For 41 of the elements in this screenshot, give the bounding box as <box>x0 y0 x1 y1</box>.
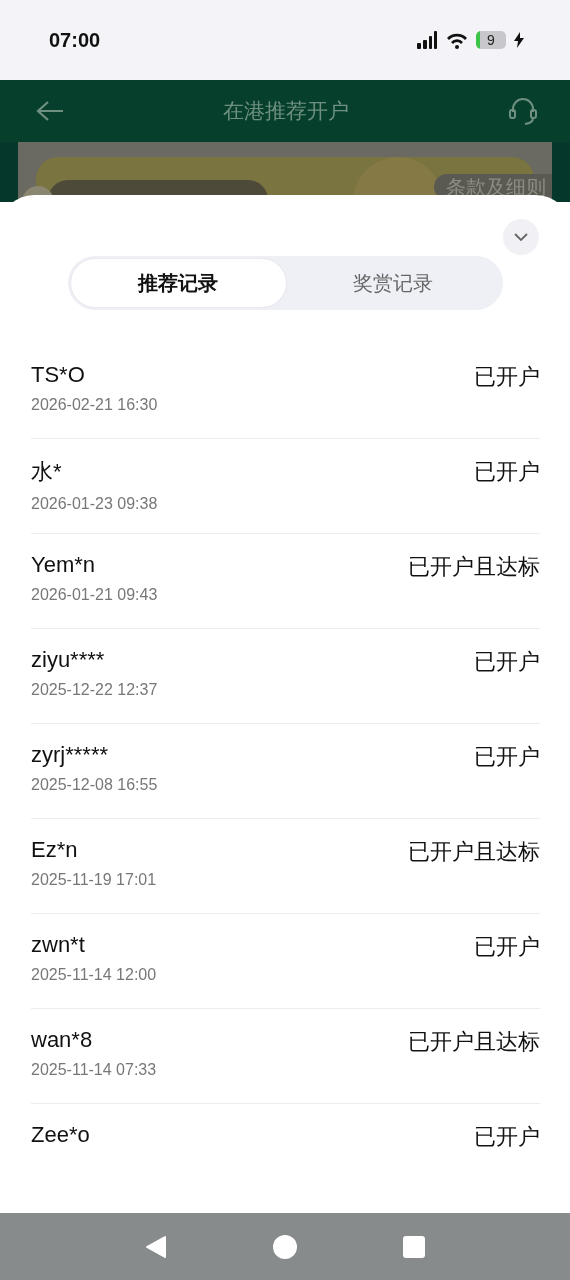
record-date: 2025-11-14 07:33 <box>31 1061 157 1079</box>
tab[interactable]: 推荐记录 <box>71 259 286 307</box>
record-status: 已开户 <box>474 648 540 676</box>
record-status: 已开户且达标 <box>408 838 540 866</box>
record-name: wan*8 <box>31 1027 94 1053</box>
collapse-button[interactable] <box>503 219 539 255</box>
back-icon[interactable] <box>145 1234 167 1259</box>
tab[interactable]: 奖赏记录 <box>285 259 500 307</box>
record-status: 已开户 <box>474 743 540 771</box>
wifi-icon <box>446 31 468 49</box>
status-time: 07:00 <box>49 28 101 52</box>
record-status: 已开户 <box>474 1123 540 1151</box>
record-date: 2025-12-08 16:55 <box>31 776 158 794</box>
record-status: 已开户且达标 <box>408 553 540 581</box>
record-date: 2025-12-22 12:37 <box>31 681 158 699</box>
record-date: 2026-01-21 09:43 <box>31 586 158 604</box>
record-name: Yem*n <box>31 552 96 578</box>
page-title: 在港推荐开户 <box>223 98 349 124</box>
record-date: 2026-01-23 09:38 <box>31 495 158 513</box>
battery-icon: 9 <box>476 31 506 49</box>
record-name: ziyu**** <box>31 647 106 673</box>
record-date: 2025-11-14 12:00 <box>31 966 157 984</box>
record-name: TS*O <box>31 362 86 388</box>
record-status: 已开户 <box>474 458 540 486</box>
signal-icon <box>416 31 438 49</box>
headset-icon[interactable] <box>508 96 538 126</box>
charging-icon <box>514 32 524 48</box>
recents-icon[interactable] <box>403 1235 425 1258</box>
record-status: 已开户 <box>474 363 540 391</box>
record-date: 2025-11-19 17:01 <box>31 871 157 889</box>
back-arrow-icon[interactable] <box>36 100 64 122</box>
record-name: Ez*n <box>31 837 79 863</box>
record-name: 水* <box>31 458 63 486</box>
chevron-down-icon <box>514 233 528 241</box>
home-icon[interactable] <box>273 1234 297 1259</box>
record-status: 已开户且达标 <box>408 1028 540 1056</box>
record-status: 已开户 <box>474 933 540 961</box>
record-date: 2026-02-21 16:30 <box>31 396 158 414</box>
record-name: zwn*t <box>31 932 86 958</box>
record-name: Zee*o <box>31 1122 90 1148</box>
record-name: zyrj***** <box>31 742 110 768</box>
